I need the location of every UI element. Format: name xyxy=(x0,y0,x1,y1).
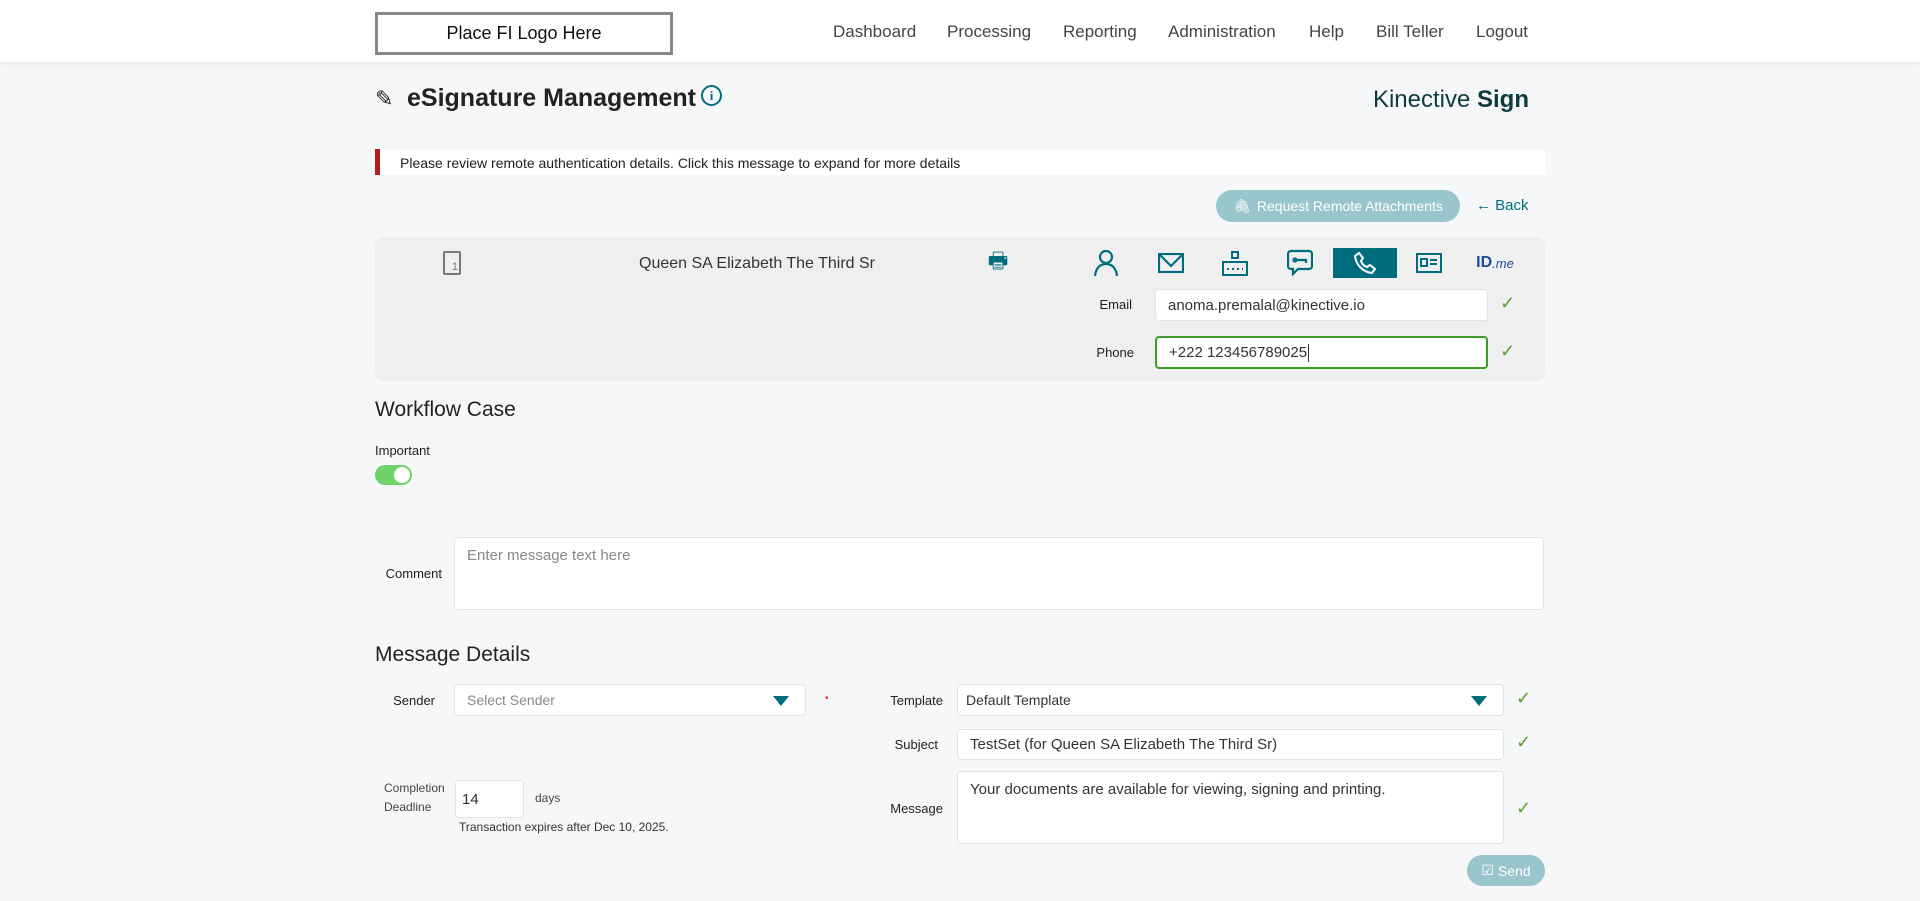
deadline-label-line1: Completion xyxy=(384,781,445,795)
envelope-icon[interactable] xyxy=(1153,248,1189,278)
brand-logo: Kinective Sign xyxy=(1373,86,1529,114)
subject-input[interactable]: TestSet (for Queen SA Elizabeth The Thir… xyxy=(957,729,1504,760)
email-input[interactable]: anoma.premalal@kinective.io xyxy=(1155,289,1488,321)
message-details-heading: Message Details xyxy=(375,643,531,666)
expiry-text: Transaction expires after Dec 10, 2025. xyxy=(459,820,669,834)
document-count: 1 xyxy=(451,261,458,273)
nav-processing[interactable]: Processing xyxy=(947,22,1031,42)
nav-logout[interactable]: Logout xyxy=(1476,22,1528,42)
signature-pen-icon: ✎ xyxy=(375,86,394,111)
sms-key-icon[interactable] xyxy=(1282,248,1318,278)
comment-label: Comment xyxy=(385,566,442,581)
sender-select[interactable]: Select Sender xyxy=(454,684,806,716)
logo-placeholder: Place FI Logo Here xyxy=(375,12,673,55)
dropdown-arrow-icon xyxy=(1471,696,1487,706)
request-remote-attachments-button[interactable]: 🖇 Request Remote Attachments xyxy=(1216,190,1460,222)
deadline-label-line2: Deadline xyxy=(384,800,432,814)
idme-suffix: .me xyxy=(1492,255,1514,271)
nav-help[interactable]: Help xyxy=(1309,22,1344,42)
nav-dashboard[interactable]: Dashboard xyxy=(833,22,916,42)
document-count-icon: 1 xyxy=(443,251,461,275)
envelope-check-icon: ☑ xyxy=(1481,862,1494,878)
template-valid-check-icon: ✓ xyxy=(1516,688,1532,708)
important-label: Important xyxy=(375,443,430,458)
sender-label: Sender xyxy=(393,693,435,708)
info-icon[interactable]: i xyxy=(701,85,722,106)
idme-label: ID xyxy=(1476,254,1493,271)
signer-name: Queen SA Elizabeth The Third Sr xyxy=(639,255,875,272)
subject-valid-check-icon: ✓ xyxy=(1516,732,1532,752)
sender-placeholder: Select Sender xyxy=(467,692,555,708)
message-textarea[interactable]: Your documents are available for viewing… xyxy=(957,771,1504,844)
phone-label: Phone xyxy=(1096,345,1134,360)
access-code-icon[interactable] xyxy=(1217,248,1253,278)
deadline-days-input[interactable]: 14 xyxy=(455,780,524,818)
phone-valid-check-icon: ✓ xyxy=(1500,341,1516,361)
brand-bold: Sign xyxy=(1477,86,1529,113)
top-nav: Place FI Logo Here Dashboard Processing … xyxy=(0,0,1920,62)
brand-light: Kinective xyxy=(1372,86,1471,113)
comment-textarea[interactable]: Enter message text here xyxy=(454,537,1544,610)
back-link[interactable]: ← Back xyxy=(1476,197,1529,214)
request-label: Request Remote Attachments xyxy=(1256,198,1443,214)
template-label: Template xyxy=(890,693,943,708)
days-unit: days xyxy=(535,791,561,805)
back-label: Back xyxy=(1495,197,1529,214)
id-card-icon[interactable] xyxy=(1411,248,1447,278)
email-label: Email xyxy=(1099,297,1132,312)
phone-icon[interactable] xyxy=(1333,248,1397,278)
nav-reporting[interactable]: Reporting xyxy=(1063,22,1137,42)
dropdown-arrow-icon xyxy=(773,696,789,706)
nav-user[interactable]: Bill Teller xyxy=(1376,22,1444,42)
send-label: Send xyxy=(1497,862,1531,879)
idme-icon[interactable]: ID .me xyxy=(1471,248,1519,278)
alert-message[interactable]: Please review remote authentication deta… xyxy=(375,149,1545,175)
print-icon[interactable]: 🖶 xyxy=(980,248,1016,278)
template-value: Default Template xyxy=(966,692,1071,708)
phone-value: +222 123456789025 xyxy=(1169,344,1308,361)
workflow-case-heading: Workflow Case xyxy=(375,398,516,421)
send-button[interactable]: ☑ Send xyxy=(1467,855,1545,886)
template-select[interactable]: Default Template xyxy=(957,684,1504,716)
arrow-left-icon: ← xyxy=(1476,197,1491,214)
paperclip-icon: 🖇 xyxy=(1233,197,1251,214)
message-valid-check-icon: ✓ xyxy=(1516,798,1532,818)
subject-label: Subject xyxy=(894,737,938,752)
required-indicator: • xyxy=(825,693,829,704)
phone-input[interactable]: +222 123456789025 xyxy=(1155,336,1488,369)
nav-administration[interactable]: Administration xyxy=(1168,22,1276,42)
important-toggle[interactable] xyxy=(375,465,412,485)
email-valid-check-icon: ✓ xyxy=(1500,293,1516,313)
message-label: Message xyxy=(890,801,943,816)
person-icon[interactable] xyxy=(1088,248,1124,278)
page-title: eSignature Management xyxy=(407,84,696,112)
